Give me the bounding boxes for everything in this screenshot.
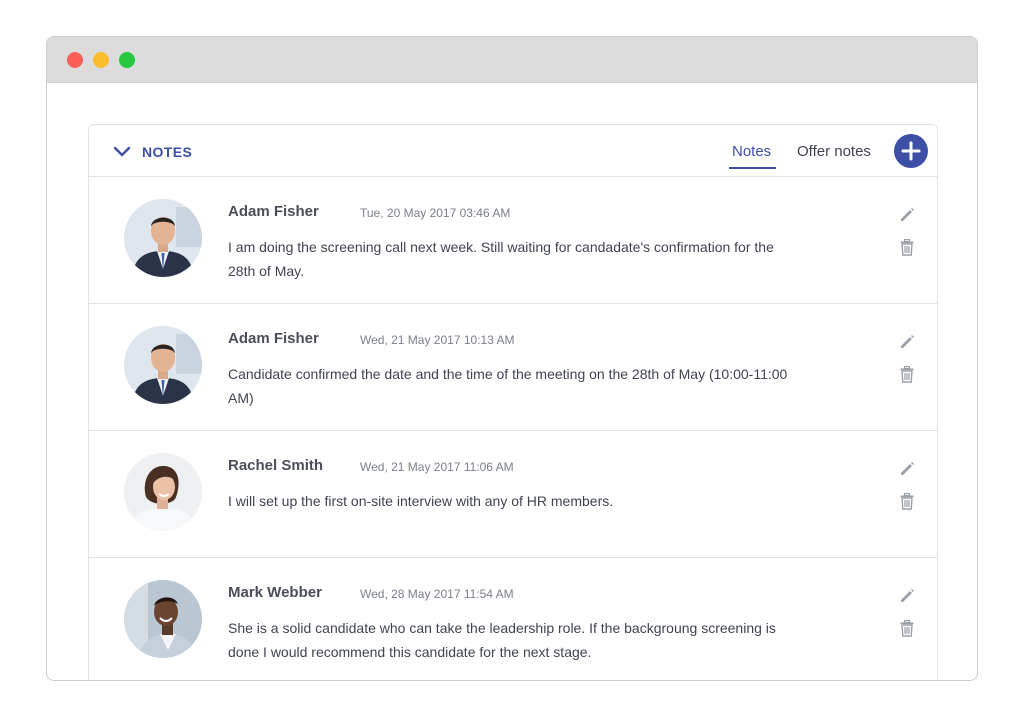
tab-offer-notes[interactable]: Offer notes <box>797 143 871 167</box>
note-author: Rachel Smith <box>228 457 324 474</box>
note-item: Adam Fisher Wed, 21 May 2017 10:13 AM Ca… <box>89 304 937 431</box>
avatar <box>124 326 202 404</box>
trash-icon[interactable] <box>900 239 914 256</box>
add-note-button[interactable] <box>894 134 928 168</box>
maximize-window-button[interactable] <box>119 51 135 68</box>
plus-icon <box>901 141 921 161</box>
note-text: She is a solid candidate who can take th… <box>228 620 776 660</box>
note-item: Mark Webber Wed, 28 May 2017 11:54 AM Sh… <box>89 558 937 680</box>
note-author: Adam Fisher <box>228 330 319 347</box>
avatar <box>124 199 202 277</box>
note-date: Wed, 21 May 2017 11:06 AM <box>360 460 514 474</box>
trash-icon[interactable] <box>900 493 914 510</box>
panel-title: NOTES <box>142 144 193 160</box>
title-bar <box>47 37 977 83</box>
notes-panel: NOTES Notes Offer notes Adam Fisher Tue,… <box>88 124 938 680</box>
edit-icon[interactable] <box>899 588 915 604</box>
panel-header: NOTES Notes Offer notes <box>89 125 937 177</box>
note-date: Wed, 21 May 2017 10:13 AM <box>360 333 515 347</box>
edit-icon[interactable] <box>899 207 915 223</box>
note-text: I will set up the first on-site intervie… <box>228 493 614 509</box>
tab-notes[interactable]: Notes <box>729 143 777 169</box>
chevron-down-icon[interactable] <box>113 146 131 158</box>
edit-icon[interactable] <box>899 334 915 350</box>
minimize-window-button[interactable] <box>93 51 109 68</box>
avatar <box>124 453 202 531</box>
note-text: Candidate confirmed the date and the tim… <box>228 366 788 406</box>
edit-icon[interactable] <box>899 461 915 477</box>
note-item: Rachel Smith Wed, 21 May 2017 11:06 AM I… <box>89 431 937 558</box>
close-window-button[interactable] <box>67 51 83 68</box>
note-author: Adam Fisher <box>228 203 319 220</box>
note-author: Mark Webber <box>228 584 322 601</box>
trash-icon[interactable] <box>900 620 914 637</box>
avatar <box>124 580 202 658</box>
note-item: Adam Fisher Tue, 20 May 2017 03:46 AM I … <box>89 177 937 304</box>
browser-window: NOTES Notes Offer notes Adam Fisher Tue,… <box>46 36 978 681</box>
trash-icon[interactable] <box>900 366 914 383</box>
note-text: I am doing the screening call next week.… <box>228 239 774 279</box>
note-date: Wed, 28 May 2017 11:54 AM <box>360 587 514 601</box>
note-date: Tue, 20 May 2017 03:46 AM <box>360 206 511 220</box>
